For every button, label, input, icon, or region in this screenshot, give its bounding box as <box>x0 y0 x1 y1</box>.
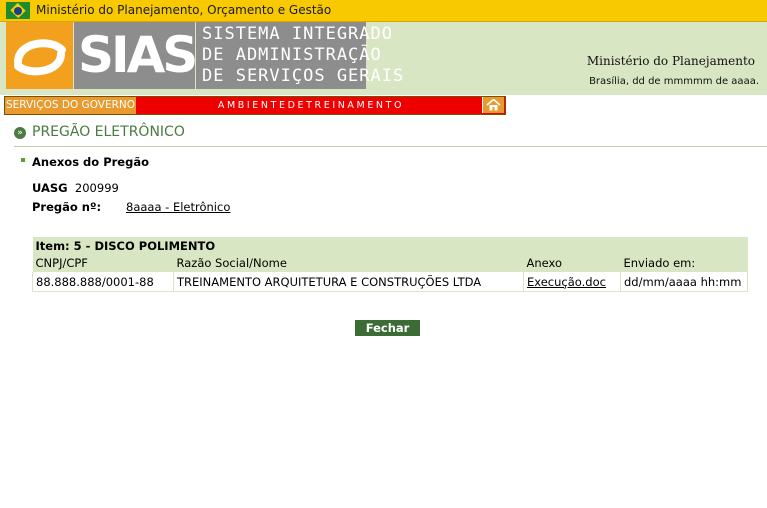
ambiente-label: AMBIENTEDETREINAMENTO <box>217 100 405 111</box>
table-row: 88.888.888/0001-88 TREINAMENTO ARQUITETU… <box>32 272 748 292</box>
pregao-label: Pregão nº: <box>32 200 102 214</box>
uasg-value: 200999 <box>74 181 119 195</box>
pregao-field: Pregão nº: <box>32 200 101 214</box>
cell-cnpj: 88.888.888/0001-88 <box>32 272 174 292</box>
system-name-line-1: SISTEMA INTEGRADO <box>202 24 393 44</box>
section-title: Anexos do Pregão <box>32 155 149 169</box>
page-title-text: PREGÃO ELETRÔNICO <box>32 124 185 140</box>
ministry-bar: Ministério do Planejamento, Orçamento e … <box>0 0 767 22</box>
home-icon <box>486 99 501 111</box>
cell-razao-social: TREINAMENTO ARQUITETURA E CONSTRUÇÕES LT… <box>173 272 524 292</box>
nav-bar: SERVIÇOS DO GOVERNO AMBIENTEDETREINAMENT… <box>4 96 506 115</box>
item-title: Item: 5 - DISCO POLIMENTO <box>32 237 748 254</box>
siasg-logo: SIASG <box>74 22 236 89</box>
servicos-governo-link[interactable]: SERVIÇOS DO GOVERNO <box>5 97 136 114</box>
uasg-label: UASG <box>32 181 68 195</box>
siasg-logo-icon <box>6 22 73 89</box>
cell-enviado: dd/mm/aaaa hh:mm <box>620 272 748 292</box>
uasg-field: UASG 200999 <box>32 181 119 195</box>
anexos-table: Item: 5 - DISCO POLIMENTO CNPJ/CPF Razão… <box>32 237 748 292</box>
table-header-row: CNPJ/CPF Razão Social/Nome Anexo Enviado… <box>32 254 748 272</box>
brazil-flag-icon <box>6 2 30 19</box>
col-header-cnpj: CNPJ/CPF <box>32 254 174 272</box>
col-header-enviado: Enviado em: <box>620 254 748 272</box>
home-button[interactable] <box>482 97 504 113</box>
system-name-line-3: DE SERVIÇOS GERAIS <box>202 66 405 86</box>
system-name: SISTEMA INTEGRADO DE ADMINISTRAÇÃO DE SE… <box>196 22 403 89</box>
title-divider <box>14 146 767 147</box>
ministry-bar-text: Ministério do Planejamento, Orçamento e … <box>36 3 332 17</box>
anexo-link[interactable]: Execução.doc <box>527 275 606 289</box>
chevron-right-icon: » <box>14 127 26 139</box>
pregao-link[interactable]: 8aaaa - Eletrônico <box>126 200 230 214</box>
ministry-name: Ministério do Planejamento <box>586 54 755 68</box>
bullet-icon <box>21 158 25 162</box>
ministry-date: Brasília, dd de mmmmm de aaaa. <box>589 76 759 87</box>
header: SIASG SISTEMA INTEGRADO DE ADMINISTRAÇÃO… <box>0 22 767 95</box>
col-header-razao-social: Razão Social/Nome <box>173 254 524 272</box>
item-header-row: Item: 5 - DISCO POLIMENTO <box>32 237 748 254</box>
page-title: » PREGÃO ELETRÔNICO <box>14 124 185 140</box>
cell-anexo: Execução.doc <box>523 272 621 292</box>
close-button[interactable]: Fechar <box>355 320 420 336</box>
system-name-line-2: DE ADMINISTRAÇÃO <box>202 45 382 65</box>
col-header-anexo: Anexo <box>523 254 621 272</box>
